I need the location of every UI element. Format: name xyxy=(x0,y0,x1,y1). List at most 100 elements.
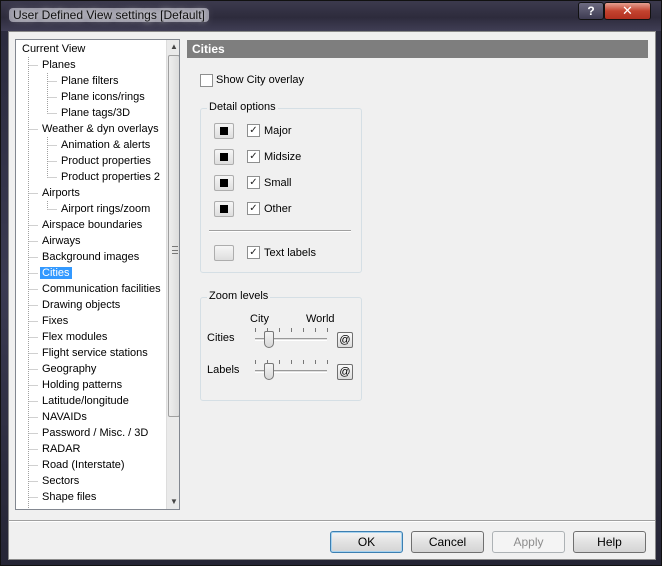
detail-checkbox[interactable]: ✓ xyxy=(247,202,260,215)
color-swatch xyxy=(220,153,228,161)
detail-color-button[interactable] xyxy=(214,123,234,139)
zoom-levels-title: Zoom levels xyxy=(207,290,271,303)
tree-item[interactable]: Plane icons/rings xyxy=(59,89,147,105)
detail-color-button[interactable] xyxy=(214,201,234,217)
scroll-down-icon[interactable]: ▼ xyxy=(167,495,179,509)
tree-item-label: Airport rings/zoom xyxy=(61,203,151,215)
detail-label: Other xyxy=(264,203,292,215)
slider-tick xyxy=(303,328,304,332)
tree-item[interactable]: Animation & alerts xyxy=(59,137,152,153)
tree-item[interactable]: Communication facilities xyxy=(40,281,163,297)
detail-checkbox[interactable]: ✓ xyxy=(247,124,260,137)
window-title: User Defined View settings [Default] xyxy=(9,8,209,22)
tree-item[interactable]: Road (Interstate) xyxy=(40,457,127,473)
scroll-up-icon[interactable]: ▲ xyxy=(167,40,179,54)
zoom-world-label: World xyxy=(306,313,335,325)
slider-tick xyxy=(327,360,328,364)
tree-item[interactable]: Plane filters xyxy=(59,73,120,89)
text-labels-label: Text labels xyxy=(264,247,316,259)
settings-tree: Current View Planes Plane filters Plane ico… xyxy=(15,39,180,510)
scrollbar-thumb[interactable] xyxy=(168,55,179,417)
grip-icon xyxy=(172,246,178,254)
detail-checkbox[interactable]: ✓ xyxy=(247,176,260,189)
zoom-reset-button[interactable]: @ xyxy=(337,332,353,348)
close-icon[interactable]: ✕ xyxy=(604,2,651,20)
tree-item[interactable]: Latitude/longitude xyxy=(40,393,131,409)
tree-item[interactable]: Product properties 2 xyxy=(59,169,162,185)
slider-tick xyxy=(255,360,256,364)
tree-item-label: Planes xyxy=(42,59,76,71)
tree-item[interactable]: Flight service stations xyxy=(40,345,150,361)
tree-item[interactable]: Password / Misc. / 3D xyxy=(40,425,150,441)
tree-item[interactable]: RADAR xyxy=(40,441,83,457)
tree-item-label: Communication facilities xyxy=(42,283,161,295)
zoom-levels-group xyxy=(200,297,362,401)
tree-item[interactable]: NAVAIDs xyxy=(40,409,89,425)
detail-color-button[interactable] xyxy=(214,149,234,165)
tree-item-label: Password / Misc. / 3D xyxy=(42,427,149,439)
slider-tick xyxy=(315,360,316,364)
tree-item-label: Drawing objects xyxy=(42,299,121,311)
slider-tick xyxy=(327,328,328,332)
zoom-slider-label: Cities xyxy=(207,332,235,344)
tree-item[interactable]: Weather & dyn overlays xyxy=(40,121,161,137)
tree-item[interactable]: Geography xyxy=(40,361,98,377)
tree-item-label: Sectors xyxy=(42,475,80,487)
zoom-slider-thumb[interactable] xyxy=(264,363,275,380)
dialog-client-area: Current View Planes Plane filters Plane ico… xyxy=(8,31,656,560)
zoom-reset-button[interactable]: @ xyxy=(337,364,353,380)
tree-item[interactable]: Airports xyxy=(40,185,82,201)
tree-item[interactable]: Cities xyxy=(40,265,72,281)
tree-item[interactable]: Planes xyxy=(40,57,78,73)
tree-item-label: Product properties 2 xyxy=(61,171,161,183)
color-swatch xyxy=(220,179,228,187)
tree-item[interactable]: Fixes xyxy=(40,313,70,329)
tree-item-label: Plane icons/rings xyxy=(61,91,145,103)
slider-tick xyxy=(303,360,304,364)
detail-separator xyxy=(209,230,351,232)
show-city-overlay-checkbox[interactable] xyxy=(200,74,213,87)
tree-item-label: Road (Interstate) xyxy=(42,459,125,471)
tree-item-label: Holding patterns xyxy=(42,379,123,391)
zoom-slider-thumb[interactable] xyxy=(264,331,275,348)
slider-tick xyxy=(279,360,280,364)
slider-tick xyxy=(279,328,280,332)
tree-item-label: Cities xyxy=(40,267,72,279)
tree-item[interactable]: Airspace boundaries xyxy=(40,217,144,233)
tree-item[interactable]: Drawing objects xyxy=(40,297,122,313)
section-header: Cities xyxy=(187,40,648,58)
tree-item[interactable]: Flex modules xyxy=(40,329,109,345)
detail-color-button[interactable] xyxy=(214,175,234,191)
apply-button[interactable]: Apply xyxy=(492,531,565,553)
text-labels-checkbox[interactable]: ✓ xyxy=(247,246,260,259)
text-labels-color-button[interactable] xyxy=(214,245,234,261)
title-bar[interactable]: User Defined View settings [Default] ? ✕ xyxy=(1,1,661,31)
tree-item[interactable]: Shape files xyxy=(40,489,98,505)
tree-scrollbar[interactable]: ▲ ▼ xyxy=(166,40,179,509)
detail-label: Major xyxy=(264,125,292,137)
detail-checkbox[interactable]: ✓ xyxy=(247,150,260,163)
slider-tick xyxy=(291,328,292,332)
color-swatch xyxy=(220,127,228,135)
tree-item-label: Airways xyxy=(42,235,81,247)
tree-item[interactable]: Plane tags/3D xyxy=(59,105,132,121)
tree-item-label: Latitude/longitude xyxy=(42,395,129,407)
tree-item-label: NAVAIDs xyxy=(42,411,87,423)
detail-label: Small xyxy=(264,177,292,189)
tree-item-label: Product properties xyxy=(61,155,151,167)
zoom-slider-label: Labels xyxy=(207,364,240,376)
tree-item[interactable]: Background images xyxy=(40,249,141,265)
tree-item-label: Airspace boundaries xyxy=(42,219,143,231)
tree-item[interactable]: Current View xyxy=(20,41,87,57)
tree-item[interactable]: Airport rings/zoom xyxy=(59,201,152,217)
ok-button[interactable]: OK xyxy=(330,531,403,553)
tree-item-label: Animation & alerts xyxy=(61,139,151,151)
help-button[interactable]: Help xyxy=(573,531,646,553)
help-icon[interactable]: ? xyxy=(578,2,604,20)
zoom-city-label: City xyxy=(250,313,269,325)
cancel-button[interactable]: Cancel xyxy=(411,531,484,553)
tree-item[interactable]: Sectors xyxy=(40,473,81,489)
tree-item[interactable]: Product properties xyxy=(59,153,153,169)
tree-item[interactable]: Holding patterns xyxy=(40,377,124,393)
tree-item[interactable]: Airways xyxy=(40,233,83,249)
